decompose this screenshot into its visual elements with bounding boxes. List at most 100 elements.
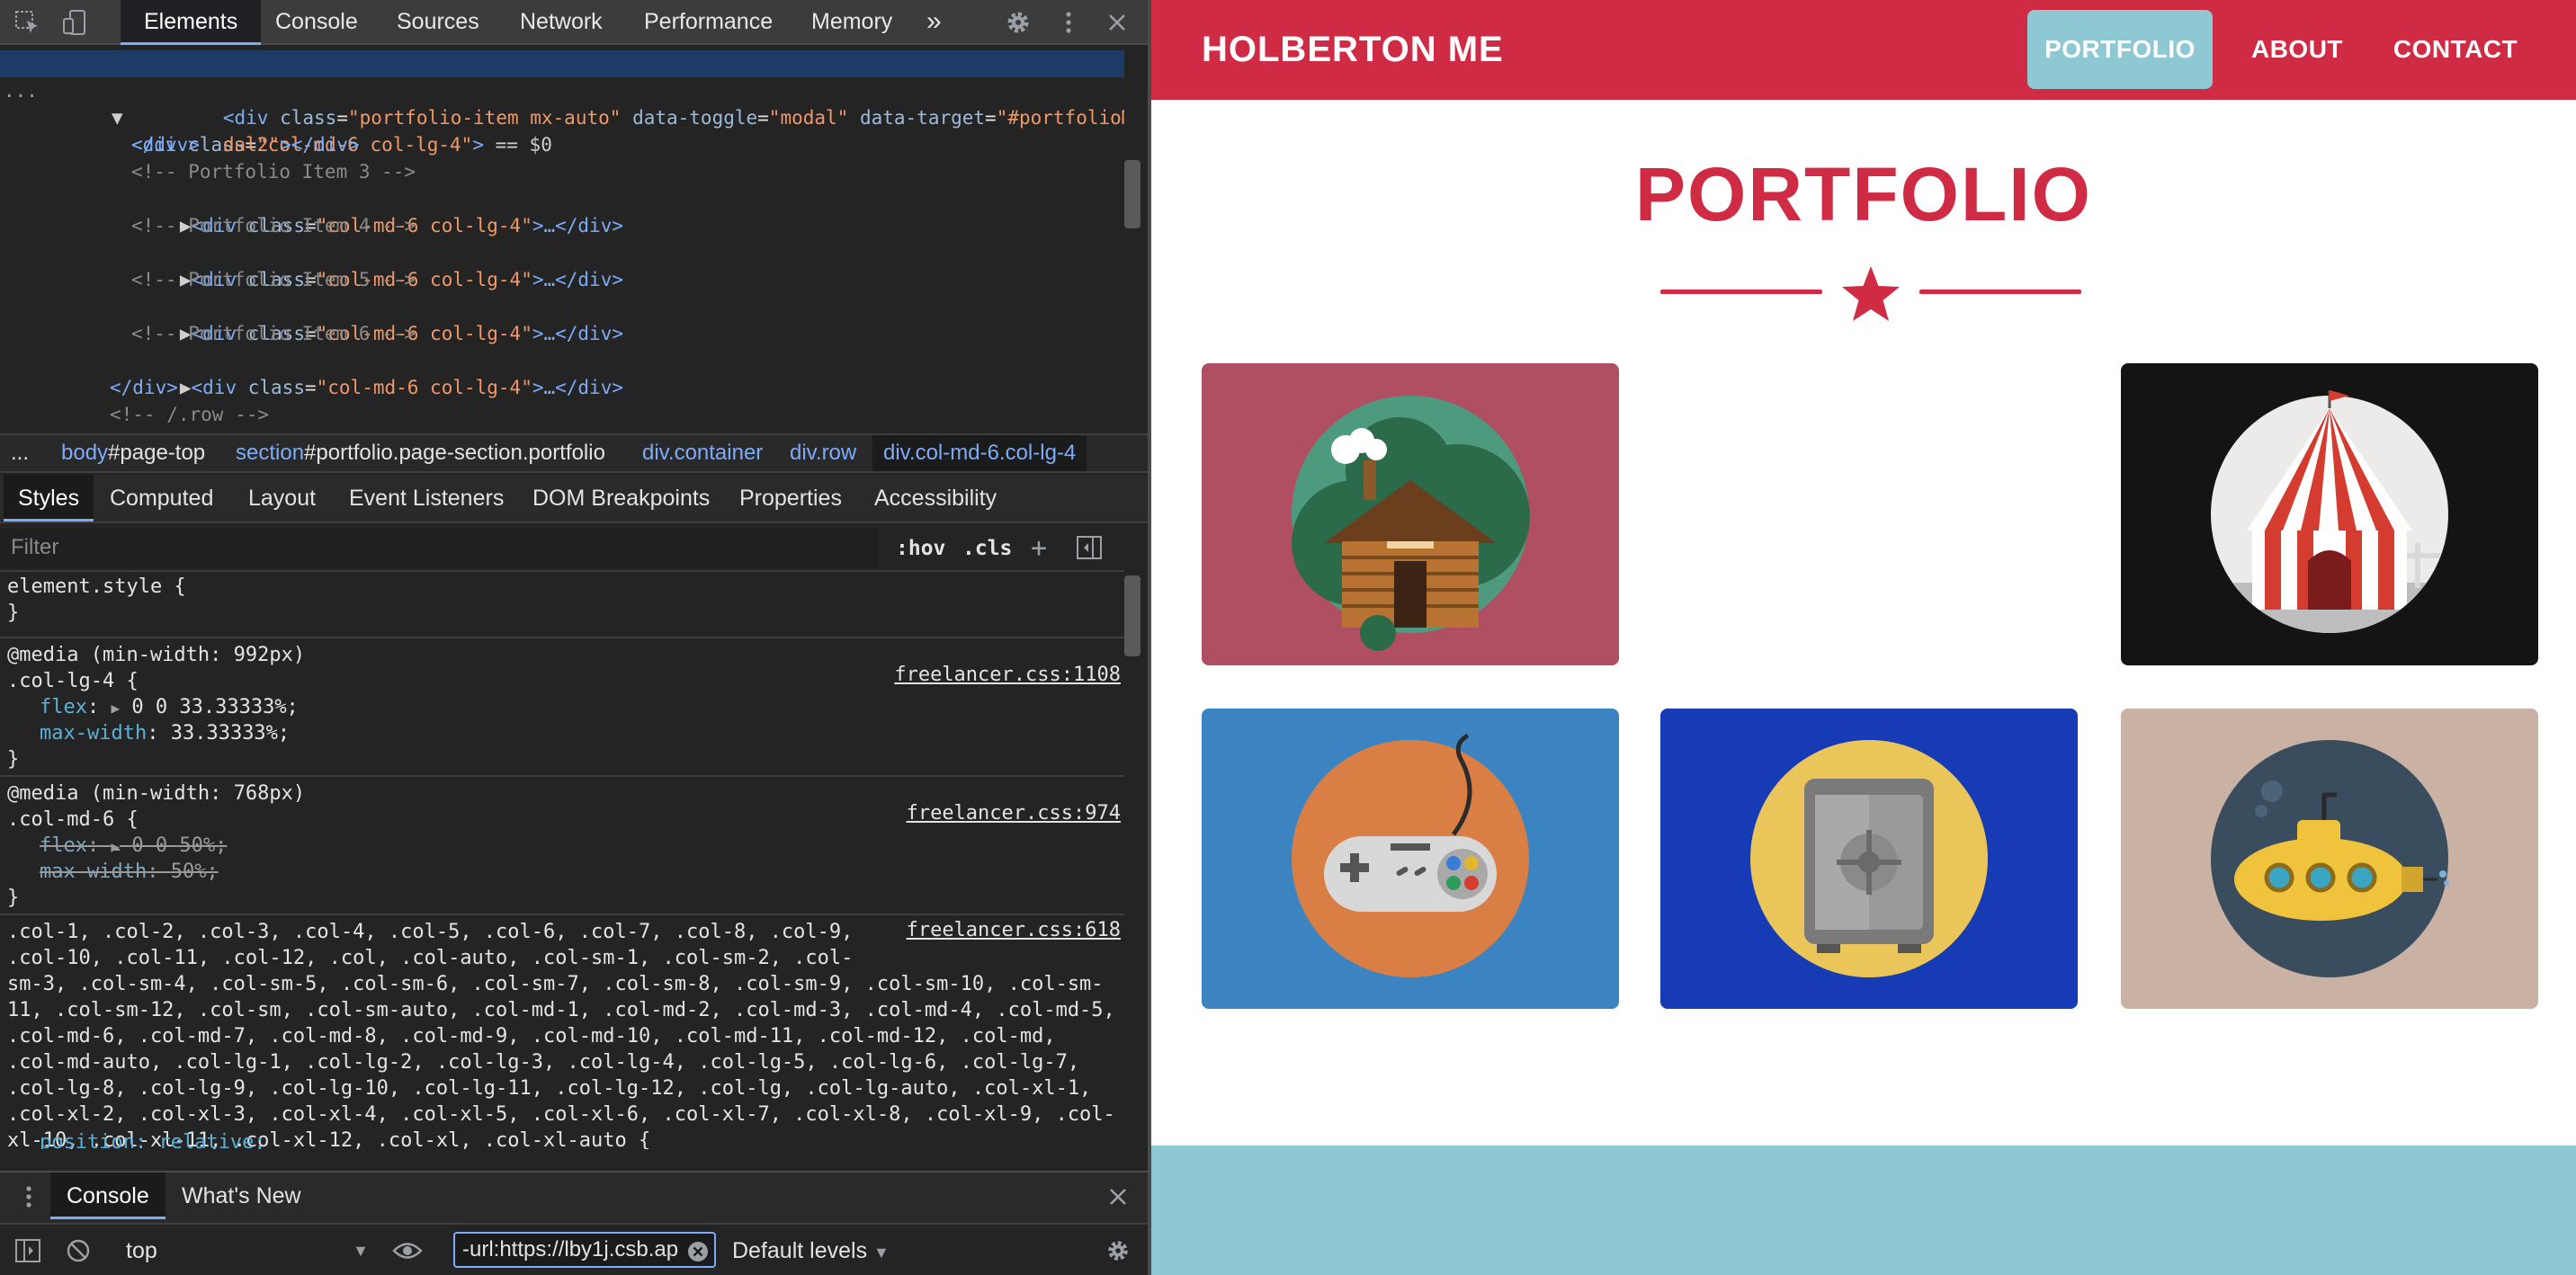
selection-marker: == $0 bbox=[483, 134, 552, 156]
tab-memory[interactable]: Memory bbox=[811, 0, 892, 45]
tab-event-listeners[interactable]: Event Listeners bbox=[349, 475, 504, 522]
portfolio-item-submarine[interactable] bbox=[2121, 709, 2538, 1009]
dom-node-collapsed[interactable]: ▶<div class="col-md-6 col-lg-4">…</div> bbox=[112, 185, 623, 236]
log-levels-dropdown[interactable]: Default levels ▼ bbox=[732, 1234, 890, 1268]
breadcrumb-item-container[interactable]: div.container bbox=[642, 435, 763, 471]
css-property[interactable]: flex bbox=[40, 834, 87, 857]
rule-divider bbox=[0, 914, 1124, 915]
drawer-tab-whats-new[interactable]: What's New bbox=[182, 1172, 301, 1219]
css-property[interactable]: flex bbox=[40, 696, 87, 718]
nav-portfolio[interactable]: PORTFOLIO bbox=[2027, 10, 2213, 89]
tab-properties[interactable]: Properties bbox=[739, 475, 842, 522]
dom-scrollbar[interactable] bbox=[1124, 160, 1140, 228]
rule-selector-line[interactable]: .col-md-auto, .col-lg-1, .col-lg-2, .col… bbox=[7, 1049, 1079, 1075]
expand-triangle-icon[interactable]: ▼ bbox=[112, 104, 123, 131]
rule-selector[interactable]: .col-lg-4 { bbox=[7, 668, 139, 694]
tab-layout[interactable]: Layout bbox=[248, 475, 316, 522]
drawer-menu-icon[interactable] bbox=[18, 1183, 40, 1215]
node-actions-ellipsis[interactable]: ... bbox=[4, 77, 38, 104]
element-style-rule[interactable]: element.style { bbox=[7, 574, 186, 600]
breadcrumb-more[interactable]: ... bbox=[11, 435, 29, 471]
kebab-menu-icon[interactable] bbox=[1054, 8, 1083, 37]
inspect-element-icon[interactable] bbox=[13, 8, 41, 37]
more-tabs-icon[interactable]: » bbox=[926, 0, 942, 45]
breadcrumb-item-row[interactable]: div.row bbox=[790, 435, 856, 471]
tab-sources[interactable]: Sources bbox=[397, 0, 479, 45]
nav-contact[interactable]: CONTACT bbox=[2378, 10, 2533, 89]
brand-logo[interactable]: HOLBERTON ME bbox=[1202, 0, 1504, 100]
live-expression-eye-icon[interactable] bbox=[392, 1239, 423, 1267]
new-style-rule-icon[interactable]: + bbox=[1031, 532, 1047, 565]
overridden-declaration[interactable]: flex: ▶ 0 0 50%; bbox=[40, 833, 227, 859]
portfolio-item-safe[interactable] bbox=[1660, 709, 2078, 1009]
context-selector[interactable]: top ▼ bbox=[126, 1234, 369, 1268]
clear-filter-icon[interactable] bbox=[687, 1241, 709, 1267]
dom-comment[interactable]: <!-- Portfolio Item 6 --> bbox=[131, 320, 416, 347]
breadcrumb-item-body[interactable]: body#page-top bbox=[61, 435, 205, 471]
portfolio-item-circus-tent[interactable] bbox=[2121, 363, 2538, 665]
tab-computed[interactable]: Computed bbox=[110, 475, 213, 522]
dom-node-portfolio-item[interactable]: <div class="portfolio-item mx-auto" data… bbox=[155, 77, 1124, 129]
dom-node-collapsed[interactable]: ▶<div class="col-md-6 col-lg-4">…</div> bbox=[112, 293, 623, 344]
breadcrumb-item-section[interactable]: section#portfolio.page-section.portfolio bbox=[236, 435, 605, 471]
style-declaration[interactable]: max-width: 33.33333%; bbox=[40, 720, 290, 746]
dom-node-collapsed[interactable]: ▶<div class="col-md-6 col-lg-4">…</div> bbox=[112, 347, 623, 398]
console-sidebar-icon[interactable] bbox=[14, 1237, 41, 1269]
tab-performance[interactable]: Performance bbox=[644, 0, 773, 45]
rule-selector-line[interactable]: .col-xl-2, .col-xl-3, .col-xl-4, .col-xl… bbox=[7, 1101, 1115, 1128]
dom-close-div[interactable]: </div> bbox=[110, 374, 178, 401]
dom-close-div[interactable]: </div> bbox=[131, 131, 200, 158]
expand-shorthand-icon[interactable]: ▶ bbox=[111, 838, 120, 855]
stylesheet-link[interactable]: freelancer.css:618 bbox=[907, 919, 1121, 941]
rule-selector-line[interactable]: .col-lg-8, .col-lg-9, .col-lg-10, .col-l… bbox=[7, 1075, 1091, 1101]
css-property[interactable]: max-width bbox=[40, 860, 147, 883]
stylesheet-link[interactable]: freelancer.css:1108 bbox=[894, 664, 1121, 686]
rule-selector-line[interactable]: .col-1, .col-2, .col-3, .col-4, .col-5, … bbox=[7, 919, 853, 945]
close-drawer-icon[interactable] bbox=[1105, 1183, 1131, 1215]
overridden-declaration[interactable]: max-width: 50%; bbox=[40, 859, 219, 885]
dom-node-collapsed[interactable]: ▶<div class="col-md-6 col-lg-4">…</div> bbox=[112, 239, 623, 290]
hover-state-toggle[interactable]: :hov bbox=[896, 532, 945, 565]
toggle-sidebar-icon[interactable] bbox=[1076, 534, 1103, 566]
collapsed-triangle-icon[interactable]: ▶ bbox=[180, 377, 192, 398]
rule-selector-line[interactable]: 11, .col-sm-12, .col-sm, .col-sm-auto, .… bbox=[7, 997, 1115, 1023]
styles-scrollbar[interactable] bbox=[1124, 575, 1140, 656]
rule-selector-line[interactable]: .col-10, .col-11, .col-12, .col, .col-au… bbox=[7, 945, 853, 971]
expand-shorthand-icon[interactable]: ▶ bbox=[111, 700, 120, 717]
rule-selector-line[interactable]: .col-md-6, .col-md-7, .col-md-8, .col-md… bbox=[7, 1023, 1056, 1049]
class-toggle[interactable]: .cls bbox=[962, 532, 1012, 565]
tab-elements[interactable]: Elements bbox=[121, 0, 262, 45]
css-property[interactable]: max-width bbox=[40, 722, 147, 744]
portfolio-item-cabin[interactable] bbox=[1202, 363, 1619, 665]
rule-selector-line[interactable]: sm-3, .col-sm-4, .col-sm-5, .col-sm-6, .… bbox=[7, 971, 1104, 997]
console-settings-gear-icon[interactable] bbox=[1105, 1237, 1131, 1269]
clear-console-icon[interactable] bbox=[65, 1237, 92, 1269]
console-filter-input[interactable] bbox=[453, 1232, 716, 1268]
css-value[interactable]: 0 0 33.33333%; bbox=[131, 696, 298, 718]
css-value[interactable]: 33.33333%; bbox=[171, 722, 290, 744]
dom-comment[interactable]: <!-- /.row --> bbox=[110, 401, 269, 428]
tab-dom-breakpoints[interactable]: DOM Breakpoints bbox=[532, 475, 710, 522]
settings-gear-icon[interactable] bbox=[1004, 8, 1033, 37]
nav-about[interactable]: ABOUT bbox=[2243, 10, 2351, 89]
styles-filter-input[interactable] bbox=[0, 529, 878, 566]
css-value[interactable]: 0 0 50%; bbox=[131, 834, 227, 857]
portfolio-item-game-controller[interactable] bbox=[1202, 709, 1619, 1009]
rule-selector[interactable]: .col-md-6 { bbox=[7, 807, 139, 833]
partial-declaration[interactable]: position: relative; bbox=[40, 1129, 266, 1149]
dom-node-selected[interactable]: ... ▼ <div class="col-md-6 col-lg-4"> ==… bbox=[0, 50, 1124, 156]
dom-comment[interactable]: <!-- Portfolio Item 4 --> bbox=[131, 212, 416, 239]
stylesheet-link[interactable]: freelancer.css:974 bbox=[907, 802, 1121, 825]
breadcrumb-item-current[interactable]: div.col-md-6.col-lg-4 bbox=[872, 435, 1087, 471]
tab-accessibility[interactable]: Accessibility bbox=[874, 475, 997, 522]
device-toolbar-icon[interactable] bbox=[61, 8, 90, 37]
dom-comment[interactable]: <!-- Portfolio Item 3 --> bbox=[131, 158, 416, 185]
tab-styles[interactable]: Styles bbox=[4, 475, 94, 522]
tab-console[interactable]: Console bbox=[275, 0, 358, 45]
drawer-tab-console[interactable]: Console bbox=[50, 1172, 165, 1219]
tab-network[interactable]: Network bbox=[520, 0, 603, 45]
dom-comment[interactable]: <!-- Portfolio Item 5 --> bbox=[131, 266, 416, 293]
close-devtools-icon[interactable] bbox=[1103, 8, 1131, 37]
style-declaration[interactable]: flex: ▶ 0 0 33.33333%; bbox=[40, 694, 299, 720]
css-value[interactable]: 50%; bbox=[171, 860, 219, 883]
